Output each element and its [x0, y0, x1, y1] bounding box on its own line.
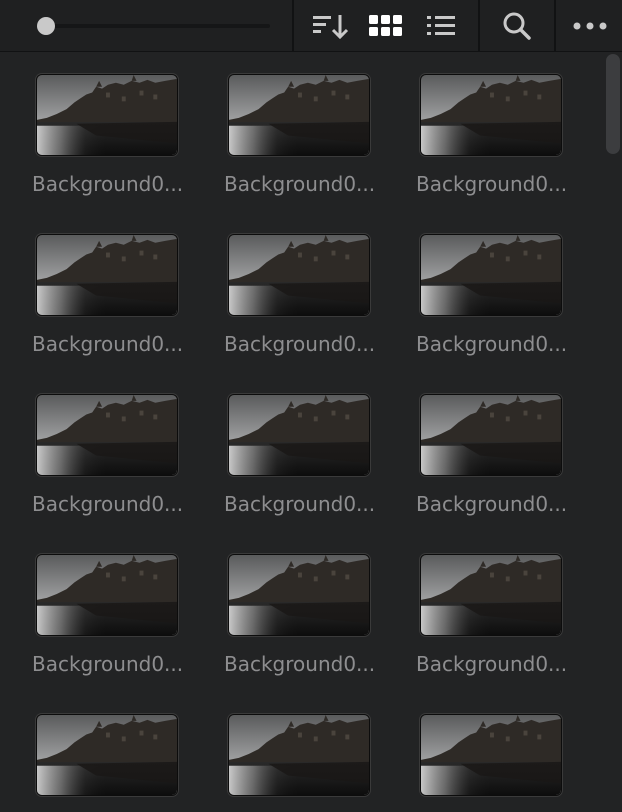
media-clip[interactable]: Background0...: [28, 532, 208, 682]
media-clip[interactable]: Background0...: [220, 532, 400, 682]
media-clip[interactable]: Background0...: [412, 532, 592, 682]
search-button[interactable]: [490, 0, 544, 52]
clip-thumbnail[interactable]: [420, 234, 562, 316]
clip-thumbnail[interactable]: [228, 714, 370, 796]
media-clip[interactable]: Background0...: [28, 372, 208, 522]
media-clip[interactable]: Background0...: [28, 692, 208, 812]
thumbnail-image: [421, 555, 561, 635]
thumbnail-image: [229, 75, 369, 155]
thumbnail-image: [37, 235, 177, 315]
clip-name: Background0...: [416, 172, 568, 196]
slider-track: [40, 24, 270, 28]
thumbnail-image: [421, 715, 561, 795]
thumbnail-image: [229, 235, 369, 315]
clip-thumbnail[interactable]: [36, 234, 178, 316]
clip-thumbnail[interactable]: [36, 714, 178, 796]
slider-thumb[interactable]: [37, 17, 56, 35]
thumbnail-image: [229, 715, 369, 795]
clip-thumbnail[interactable]: [228, 74, 370, 156]
clip-thumbnail[interactable]: [420, 394, 562, 476]
clip-name: Background0...: [32, 172, 184, 196]
clip-name: Background0...: [224, 332, 376, 356]
clip-thumbnail[interactable]: [36, 554, 178, 636]
thumbnail-zoom-slider[interactable]: [30, 13, 270, 39]
clip-thumbnail[interactable]: [36, 74, 178, 156]
thumbnail-image: [37, 555, 177, 635]
clip-thumbnail[interactable]: [228, 234, 370, 316]
thumbnail-image: [37, 75, 177, 155]
toolbar-divider: [478, 0, 480, 52]
media-pool-toolbar: [0, 0, 622, 52]
list-view-button[interactable]: [416, 0, 468, 52]
thumbnail-image: [229, 395, 369, 475]
clip-thumbnail[interactable]: [420, 554, 562, 636]
toolbar-divider: [292, 0, 294, 52]
clip-name: Background0...: [224, 652, 376, 676]
thumbnail-image: [37, 395, 177, 475]
media-clip[interactable]: Background0...: [412, 212, 592, 362]
media-clip[interactable]: Background0...: [412, 52, 592, 202]
media-clip[interactable]: Background0...: [412, 692, 592, 812]
media-clip[interactable]: Background0...: [220, 212, 400, 362]
clip-thumbnail[interactable]: [228, 394, 370, 476]
more-options-button[interactable]: [562, 0, 618, 52]
clip-thumbnail[interactable]: [36, 394, 178, 476]
media-clip[interactable]: Background0...: [28, 52, 208, 202]
clip-name: Background0...: [32, 652, 184, 676]
clip-thumbnail[interactable]: [420, 74, 562, 156]
clip-name: Background0...: [32, 332, 184, 356]
clip-name: Background0...: [416, 492, 568, 516]
media-clip[interactable]: Background0...: [220, 692, 400, 812]
thumbnail-image: [37, 715, 177, 795]
clip-name: Background0...: [224, 492, 376, 516]
media-pool-grid: Background0... Background0... Background0.…: [0, 52, 622, 812]
grid-view-icon: [369, 15, 402, 36]
search-icon: [503, 12, 531, 40]
media-clip[interactable]: Background0...: [28, 212, 208, 362]
thumbnail-image: [421, 235, 561, 315]
sort-icon: [313, 15, 349, 40]
media-clip[interactable]: Background0...: [220, 372, 400, 522]
thumbnail-image: [421, 75, 561, 155]
toolbar-divider: [554, 0, 556, 52]
clip-name: Background0...: [224, 172, 376, 196]
clip-thumbnail[interactable]: [228, 554, 370, 636]
scrollbar-thumb[interactable]: [606, 54, 620, 154]
sort-button[interactable]: [300, 0, 360, 52]
more-options-icon: [573, 22, 607, 30]
grid-view-button[interactable]: [360, 0, 412, 52]
thumbnail-image: [229, 555, 369, 635]
thumbnail-image: [421, 395, 561, 475]
clip-name: Background0...: [416, 332, 568, 356]
media-clip[interactable]: Background0...: [412, 372, 592, 522]
media-clip[interactable]: Background0...: [220, 52, 400, 202]
clip-name: Background0...: [416, 652, 568, 676]
clip-name: Background0...: [32, 492, 184, 516]
list-view-icon: [427, 16, 455, 35]
clip-thumbnail[interactable]: [420, 714, 562, 796]
